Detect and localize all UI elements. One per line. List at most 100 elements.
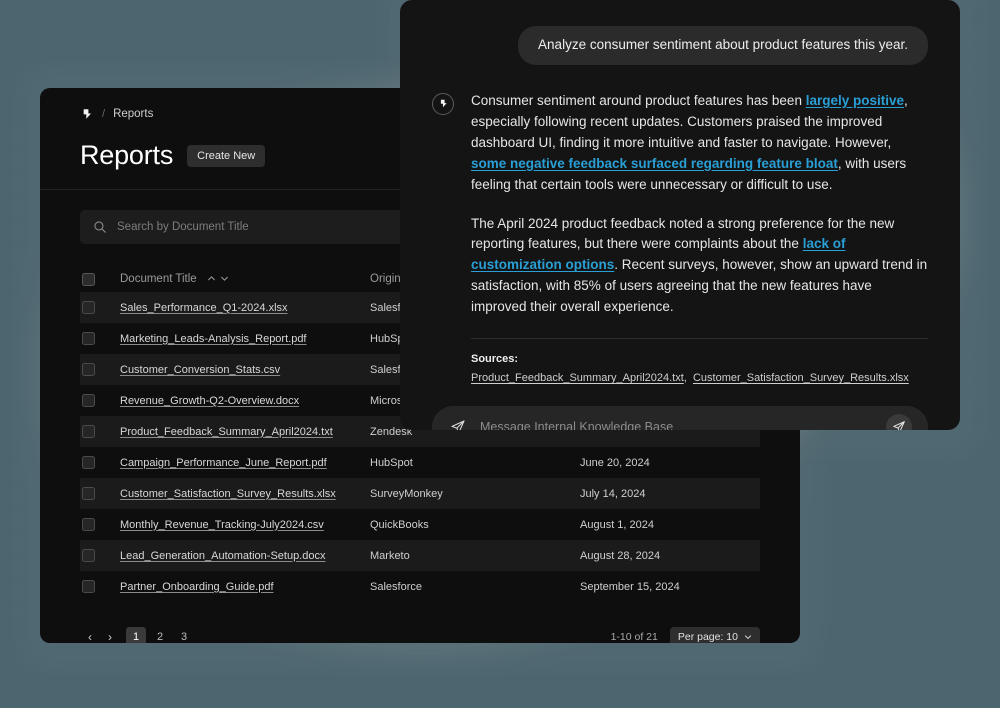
sort-icons-title[interactable]	[207, 274, 229, 283]
table-row[interactable]: Campaign_Performance_June_Report.pdf HubS…	[80, 447, 760, 478]
cell-date: July 14, 2024	[580, 487, 646, 500]
cell-date: August 1, 2024	[580, 518, 655, 531]
row-checkbox[interactable]	[80, 301, 120, 314]
sources-label: Sources:	[471, 353, 519, 366]
checkbox-box	[82, 456, 95, 469]
chevron-right-icon[interactable]: ›	[100, 627, 120, 643]
document-title-link[interactable]: Lead_Generation_Automation-Setup.docx	[120, 550, 325, 562]
per-page-select[interactable]: Per page: 10	[669, 627, 760, 643]
cell-document-title: Marketing_Leads-Analysis_Report.pdf	[120, 333, 370, 345]
avatar	[432, 92, 454, 115]
column-header-title[interactable]: Document Title	[120, 273, 370, 285]
column-header-origin-label: Origin	[370, 273, 401, 285]
document-title-link[interactable]: Sales_Performance_Q1-2024.xlsx	[120, 302, 288, 314]
row-checkbox[interactable]	[80, 425, 120, 438]
breadcrumb-current[interactable]: Reports	[113, 108, 153, 120]
document-title-link[interactable]: Product_Feedback_Summary_April2024.txt	[120, 426, 333, 438]
document-title-link[interactable]: Customer_Conversion_Stats.csv	[120, 364, 280, 376]
source-link[interactable]: Product_Feedback_Summary_April2024.txt	[471, 372, 684, 384]
app-logo-icon	[80, 107, 94, 121]
table-row[interactable]: Lead_Generation_Automation-Setup.docx Mar…	[80, 540, 760, 571]
cell-document-title: Product_Feedback_Summary_April2024.txt	[120, 426, 370, 438]
app-root: / Reports Reports Create New Search by D…	[0, 0, 1000, 708]
cell-origin: HubSpot	[370, 456, 413, 469]
checkbox-box	[82, 518, 95, 531]
cell-document-title: Monthly_Revenue_Tracking-July2024.csv	[120, 519, 370, 531]
document-title-link[interactable]: Customer_Satisfaction_Survey_Results.xls…	[120, 488, 336, 500]
column-header-title-label: Document Title	[120, 273, 197, 285]
send-icon	[450, 419, 466, 430]
checkbox-box	[82, 549, 95, 562]
row-checkbox[interactable]	[80, 518, 120, 531]
assistant-paragraph-1: Consumer sentiment around product featur…	[471, 91, 928, 196]
assistant-message-row: Consumer sentiment around product featur…	[432, 91, 928, 384]
checkbox-box	[82, 394, 95, 407]
chevron-up-icon	[208, 276, 215, 281]
cell-date: August 28, 2024	[580, 549, 661, 562]
pagination-range: 1-10 of 21	[610, 631, 658, 643]
paragraph-1-text-1: Consumer sentiment around product featur…	[471, 92, 806, 108]
cell-origin: Marketo	[370, 549, 410, 562]
select-all-checkbox[interactable]	[80, 272, 120, 286]
send-icon	[893, 421, 905, 430]
app-logo-icon	[440, 100, 447, 108]
search-placeholder: Search by Document Title	[117, 221, 249, 233]
chevron-left-icon[interactable]: ‹	[80, 627, 100, 643]
document-title-link[interactable]: Campaign_Performance_June_Report.pdf	[120, 457, 327, 469]
table-row[interactable]: Partner_Onboarding_Guide.pdf Salesforce Se…	[80, 571, 760, 602]
chevron-down-icon	[221, 277, 228, 282]
row-checkbox[interactable]	[80, 332, 120, 345]
document-title-link[interactable]: Marketing_Leads-Analysis_Report.pdf	[120, 333, 307, 345]
cell-date: September 15, 2024	[580, 580, 680, 593]
cell-document-title: Revenue_Growth-Q2-Overview.docx	[120, 395, 370, 407]
assistant-paragraph-2: The April 2024 product feedback noted a …	[471, 214, 928, 319]
checkbox-box	[82, 363, 95, 376]
table-row[interactable]: Customer_Satisfaction_Survey_Results.xls…	[80, 478, 760, 509]
cell-origin: SurveyMonkey	[370, 487, 443, 500]
cell-document-title: Customer_Satisfaction_Survey_Results.xls…	[120, 488, 370, 500]
checkbox-box	[82, 580, 95, 593]
pagination: ‹ › 123 1-10 of 21 Per page: 10	[80, 626, 760, 643]
cell-origin: QuickBooks	[370, 518, 429, 531]
chevron-down-icon	[744, 635, 752, 640]
breadcrumb-separator: /	[102, 108, 106, 120]
row-checkbox[interactable]	[80, 549, 120, 562]
table-row[interactable]: Monthly_Revenue_Tracking-July2024.csv Qui…	[80, 509, 760, 540]
page-button-3[interactable]: 3	[174, 627, 194, 643]
sources-row: Sources: Product_Feedback_Summary_April2…	[471, 353, 928, 384]
sources-divider	[471, 338, 928, 340]
page-button-1[interactable]: 1	[126, 627, 146, 643]
chat-panel: Analyze consumer sentiment about product…	[400, 0, 960, 430]
checkbox-box	[82, 301, 95, 314]
link-largely-positive[interactable]: largely positive	[806, 93, 904, 108]
cell-document-title: Partner_Onboarding_Guide.pdf	[120, 581, 370, 593]
document-title-link[interactable]: Revenue_Growth-Q2-Overview.docx	[120, 395, 299, 407]
cell-document-title: Campaign_Performance_June_Report.pdf	[120, 457, 370, 469]
source-separator: ,	[683, 372, 693, 385]
page-buttons: 123	[126, 627, 194, 643]
page-button-2[interactable]: 2	[150, 627, 170, 643]
per-page-label: Per page: 10	[677, 631, 738, 643]
source-link[interactable]: Customer_Satisfaction_Survey_Results.xls…	[693, 372, 909, 384]
cell-document-title: Customer_Conversion_Stats.csv	[120, 364, 370, 376]
row-checkbox[interactable]	[80, 580, 120, 593]
message-composer[interactable]: Message Internal Knowledge Base	[432, 406, 928, 430]
row-checkbox[interactable]	[80, 487, 120, 500]
checkbox-box	[82, 332, 95, 345]
user-message-row: Analyze consumer sentiment about product…	[432, 26, 928, 65]
send-button[interactable]	[886, 414, 912, 430]
row-checkbox[interactable]	[80, 456, 120, 469]
search-icon	[93, 220, 107, 234]
checkbox-box	[82, 425, 95, 438]
cell-origin: Salesforce	[370, 580, 422, 593]
create-new-button[interactable]: Create New	[187, 144, 266, 167]
document-title-link[interactable]: Monthly_Revenue_Tracking-July2024.csv	[120, 519, 324, 531]
page-title: Reports	[80, 140, 174, 170]
row-checkbox[interactable]	[80, 363, 120, 376]
document-title-link[interactable]: Partner_Onboarding_Guide.pdf	[120, 581, 274, 593]
link-negative-feedback[interactable]: some negative feedback surfaced regardin…	[471, 156, 838, 171]
row-checkbox[interactable]	[80, 394, 120, 407]
checkbox-box	[82, 487, 95, 500]
cell-document-title: Lead_Generation_Automation-Setup.docx	[120, 550, 370, 562]
message-input-placeholder: Message Internal Knowledge Base	[480, 420, 674, 430]
